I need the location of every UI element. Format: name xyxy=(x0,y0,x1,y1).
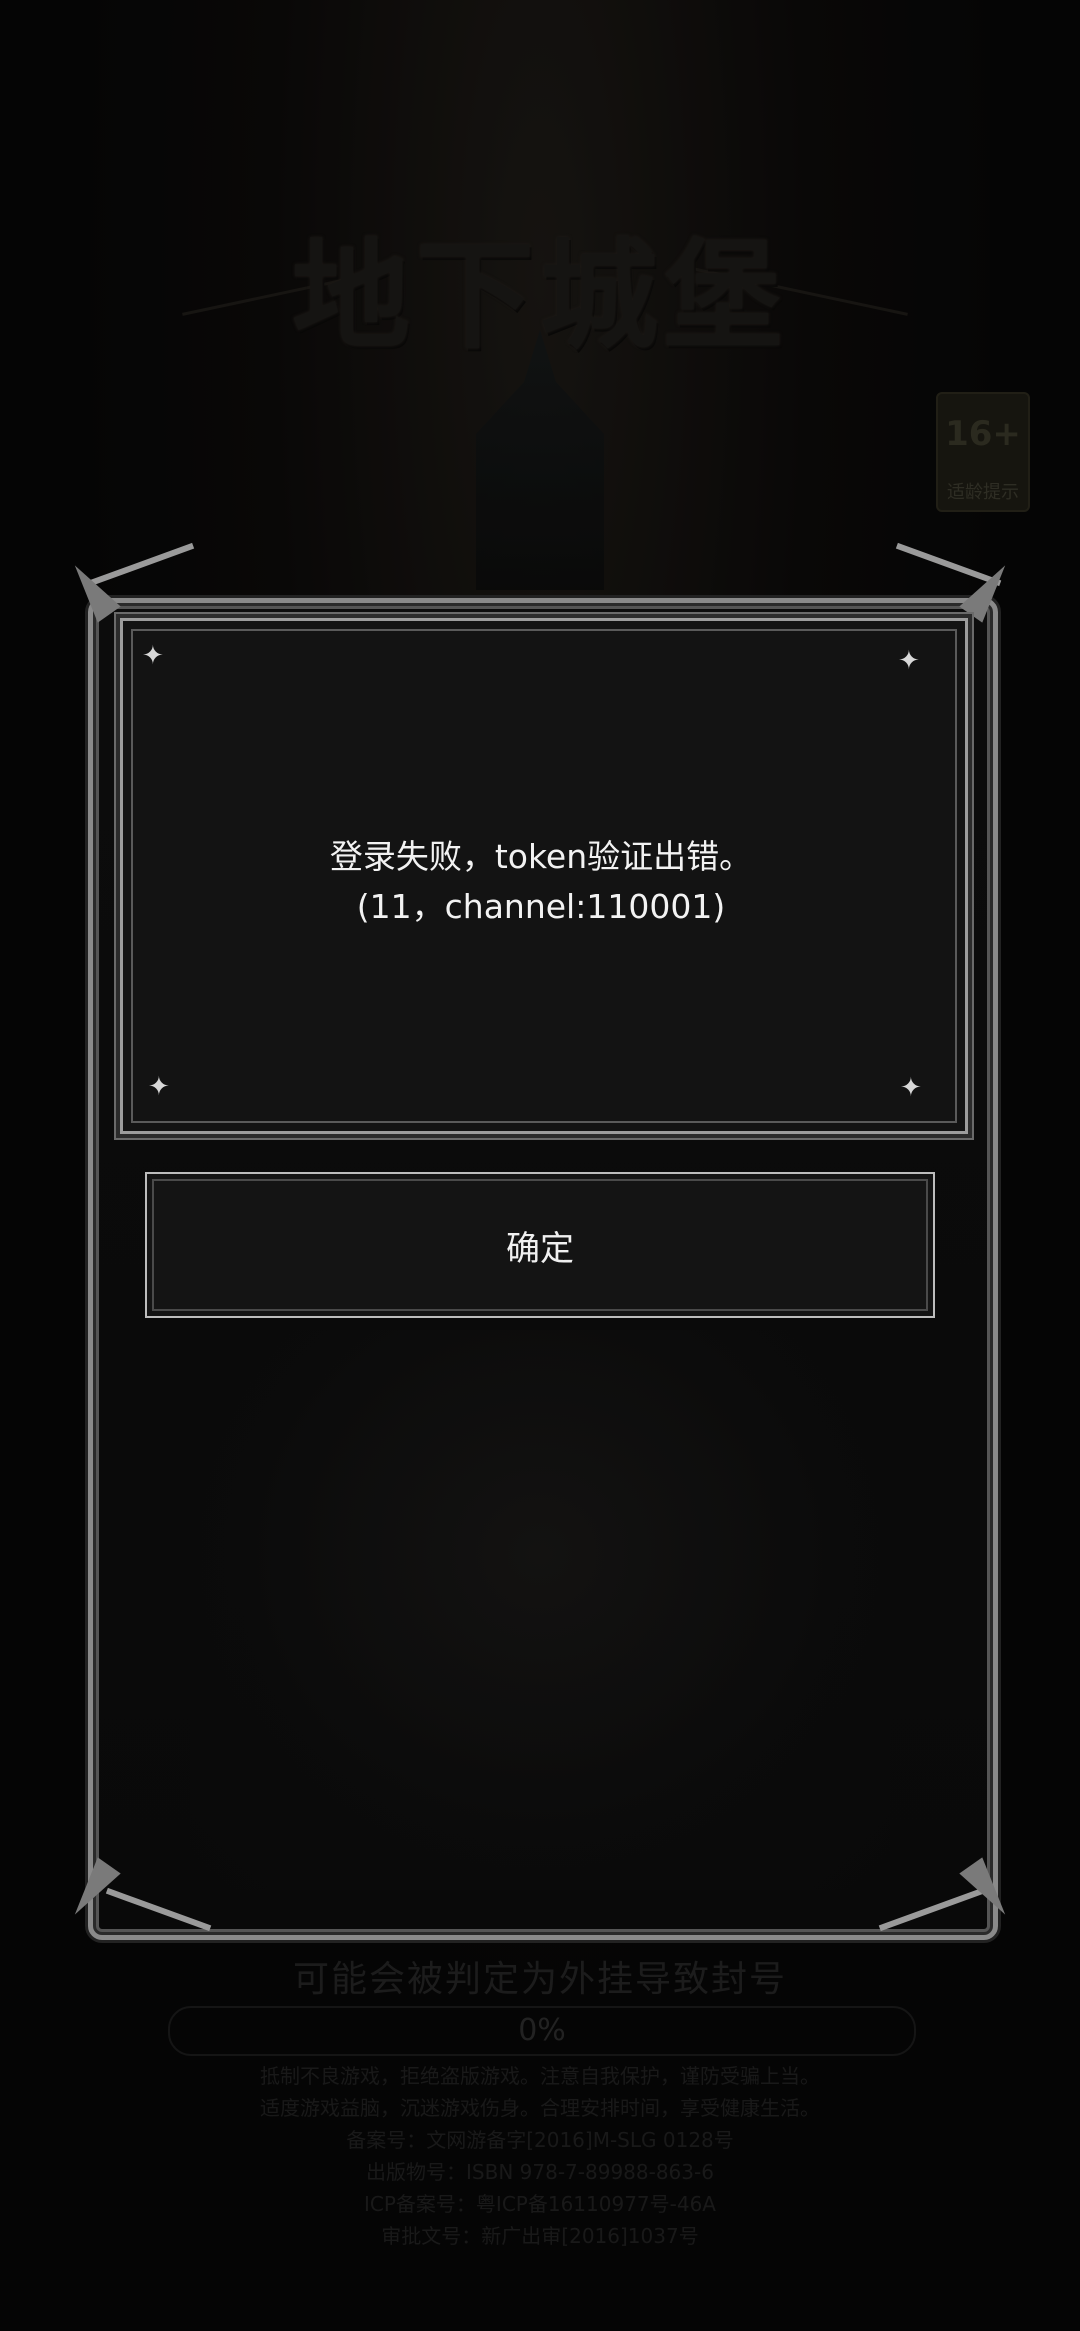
error-detail: (11，channel:110001) xyxy=(356,887,726,926)
dialog-texture xyxy=(190,1330,890,1890)
sparkle-icon: ✦ xyxy=(900,1073,922,1103)
sparkle-icon: ✦ xyxy=(148,1072,170,1102)
confirm-button[interactable]: 确定 xyxy=(145,1172,935,1318)
sparkle-icon: ✦ xyxy=(142,641,164,671)
sparkle-icon: ✦ xyxy=(898,646,920,676)
error-message: 登录失败，token验证出错。 xyxy=(329,837,753,876)
